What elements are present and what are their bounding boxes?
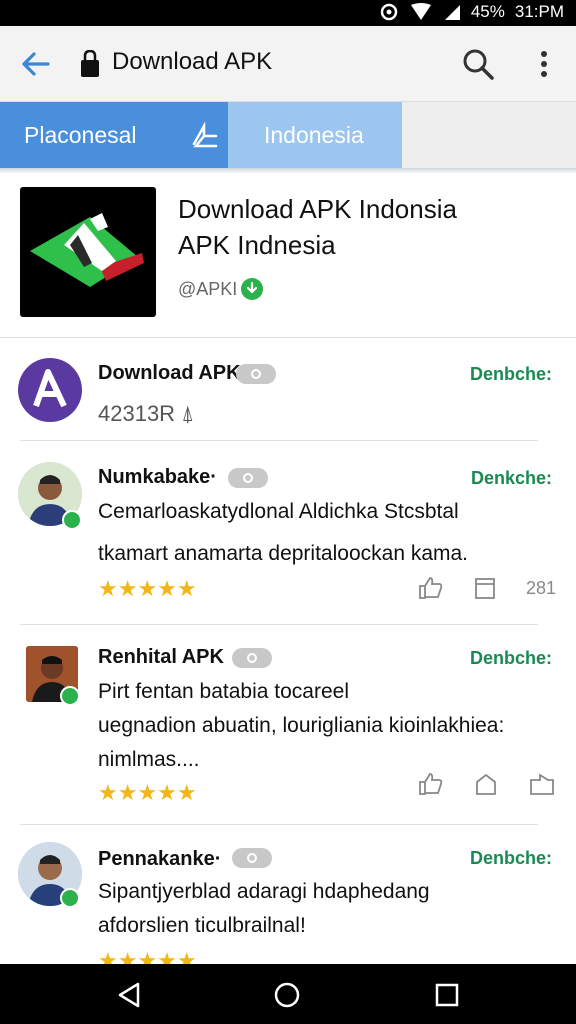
list-item[interactable]: Pennakanke· Denbche: Sipantjyerblad adar…: [0, 830, 576, 964]
app-meta: @APKI: [178, 278, 264, 300]
more-vert-icon[interactable]: [530, 46, 558, 82]
rating-stars: ★★★★★: [98, 576, 197, 601]
nav-recents-icon[interactable]: [432, 980, 462, 1010]
flag-icon[interactable]: [528, 772, 556, 796]
avatar: [18, 358, 82, 422]
divider: [20, 824, 538, 825]
app-card[interactable]: Download APK Indonsia APK Indnesia @APKI: [0, 172, 576, 338]
verified-pill-icon: [228, 468, 268, 488]
verified-badge-icon: [60, 686, 80, 706]
sync-icon: [379, 2, 399, 22]
verified-badge-icon: [60, 888, 80, 908]
thumbs-up-icon[interactable]: [418, 576, 444, 600]
tab-bar: Placonesal Indonesia: [0, 102, 576, 168]
review-text-line-2: afdorslien ticulbrailnal!: [98, 914, 306, 937]
verified-pill-icon: [236, 364, 276, 384]
rating-stars: ★★★★★: [98, 948, 197, 964]
reviewer-name: Pennakanke·: [98, 848, 222, 870]
download-link[interactable]: Denbche:: [470, 648, 552, 669]
reviewer-name: Numkabake·: [98, 466, 217, 488]
app-bar: Download APK: [0, 26, 576, 102]
back-arrow-icon[interactable]: [18, 46, 54, 82]
list-item[interactable]: Download APK Denbche: 42313R ⍋: [0, 340, 576, 456]
divider: [20, 624, 538, 625]
review-text-line-2: tkamart anamarta depritaloockan kama.: [98, 542, 469, 565]
signal-icon: [443, 3, 461, 21]
bookmark-icon[interactable]: [474, 576, 496, 600]
review-actions: 281: [418, 576, 556, 600]
app-icon: [20, 187, 156, 317]
reviewer-name: Download APK: [98, 362, 241, 384]
tab-indonesia[interactable]: Indonesia: [228, 102, 402, 168]
reviewer-name: Renhital APK: [98, 646, 224, 668]
thumbs-up-icon[interactable]: [418, 772, 444, 796]
share-outline-icon[interactable]: [474, 772, 498, 796]
verified-pill-icon: [232, 648, 272, 668]
like-count: 281: [525, 577, 556, 598]
download-link[interactable]: Denbche:: [470, 848, 552, 869]
list-item[interactable]: Numkabake· Denkche: Cemarloaskatydlonal …: [0, 446, 576, 622]
status-time: 31:PM: [514, 2, 564, 21]
wifi-icon: [409, 3, 433, 21]
verified-pill-icon: [232, 848, 272, 868]
battery-percent: 45%: [470, 2, 505, 21]
system-nav-bar: [0, 964, 576, 1024]
page-title: Download APK: [112, 48, 273, 75]
status-bar: 45% 31:PM: [0, 0, 576, 26]
tab-label: Indonesia: [264, 122, 364, 148]
download-badge-icon[interactable]: [241, 278, 264, 300]
search-icon[interactable]: [460, 46, 496, 82]
publisher-label: @APKI: [178, 278, 238, 299]
rating-stars: ★★★★★: [98, 780, 197, 805]
tab-placonesal[interactable]: Placonesal: [0, 102, 228, 168]
download-link[interactable]: Denkche:: [471, 468, 552, 489]
verified-badge-icon: [62, 510, 82, 530]
download-link[interactable]: Denbche:: [470, 364, 552, 385]
lock-icon: [80, 49, 100, 78]
list-item[interactable]: Renhital APK Denbche: Pirt fentan batabi…: [0, 630, 576, 824]
review-text: 42313R ⍋: [98, 401, 195, 426]
share-icon[interactable]: [190, 121, 220, 150]
divider: [20, 440, 538, 441]
app-subtitle: APK Indnesia: [178, 230, 336, 260]
tab-label: Placonesal: [24, 122, 137, 148]
review-actions: [418, 772, 556, 796]
nav-home-icon[interactable]: [272, 980, 302, 1010]
review-text-line-1: Cemarloaskatydlonal Aldichka Stcsbtal: [98, 500, 459, 523]
app-name: Download APK Indonsia: [178, 194, 457, 224]
nav-back-icon[interactable]: [114, 980, 144, 1010]
